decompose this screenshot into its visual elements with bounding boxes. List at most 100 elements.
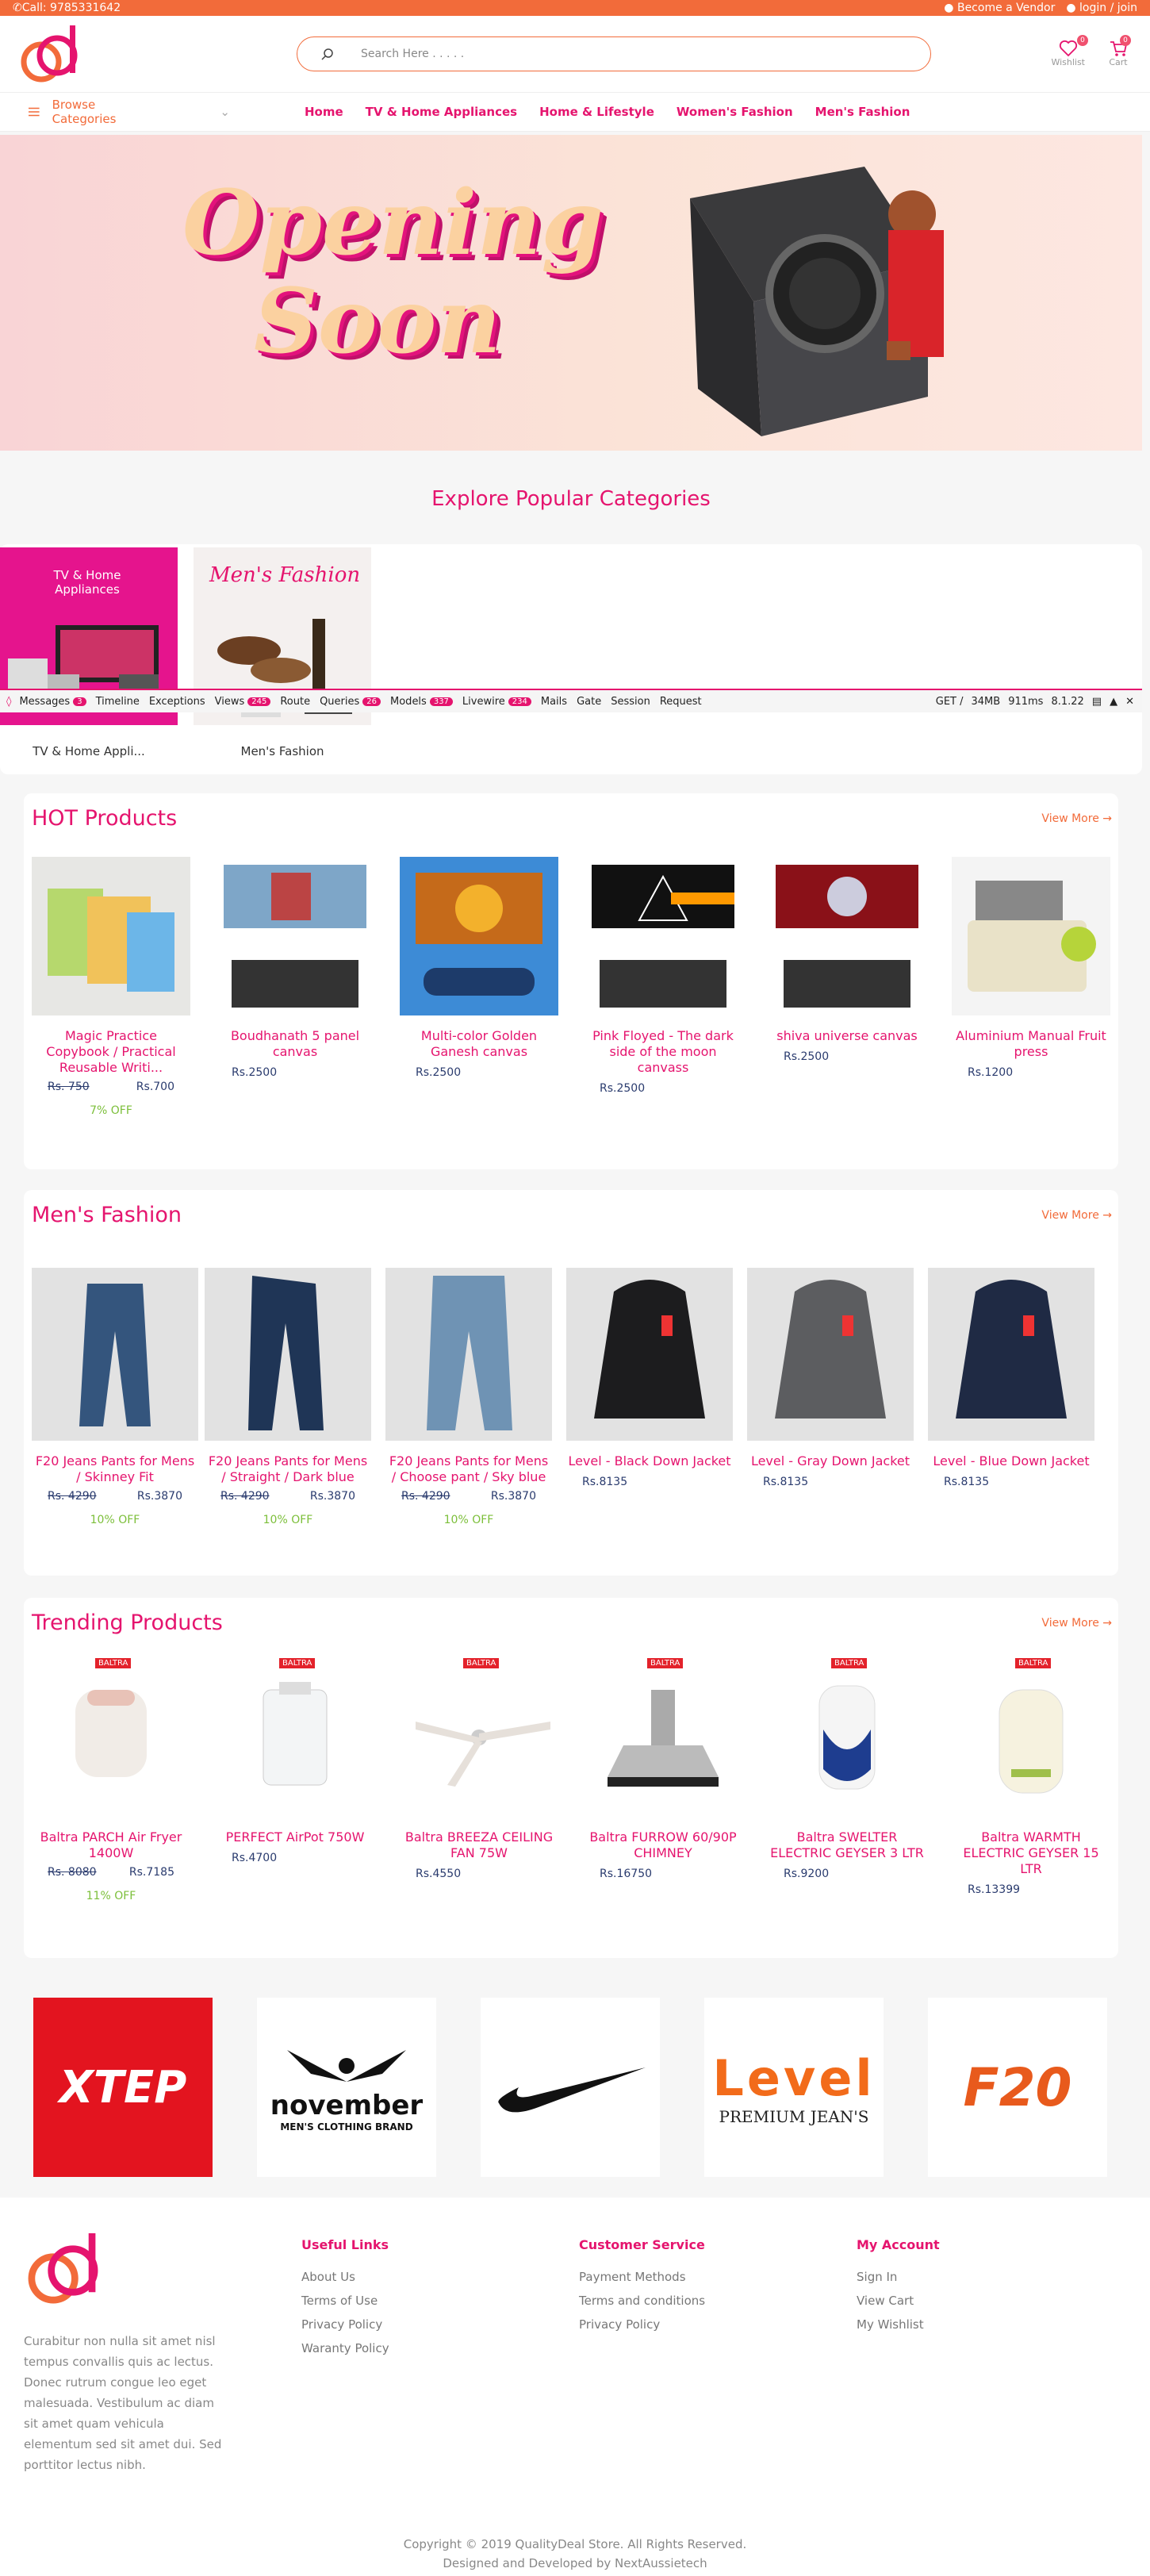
- product-name[interactable]: Pink Floyed - The dark side of the moon …: [584, 1028, 742, 1076]
- footer-link[interactable]: Payment Methods: [579, 2270, 705, 2284]
- debug-tab-messages[interactable]: Messages 3: [19, 696, 86, 708]
- product-image[interactable]: BALTRA: [584, 1658, 742, 1817]
- product-image[interactable]: [216, 857, 374, 1015]
- cart-button[interactable]: 0 Cart: [1109, 35, 1131, 67]
- product-card[interactable]: shiva universe canvas Rs.2500: [768, 857, 926, 1063]
- search-icon[interactable]: [321, 48, 334, 60]
- debug-tab-queries[interactable]: Queries 26: [320, 696, 381, 708]
- view-more-link[interactable]: View More →: [1041, 1209, 1112, 1222]
- product-image[interactable]: BALTRA: [400, 1658, 558, 1817]
- product-image[interactable]: [32, 1268, 198, 1441]
- folder-icon[interactable]: ▤: [1092, 696, 1102, 708]
- product-card[interactable]: F20 Jeans Pants for Mens / Skinney Fit R…: [32, 1268, 198, 1526]
- footer-link[interactable]: About Us: [301, 2270, 389, 2284]
- category-label-tv[interactable]: TV & Home Appli...: [0, 744, 178, 758]
- product-image[interactable]: [584, 857, 742, 1015]
- product-name[interactable]: Level - Black Down Jacket: [566, 1453, 733, 1469]
- wishlist-button[interactable]: 0 Wishlist: [1051, 35, 1088, 67]
- product-card[interactable]: Magic Practice Copybook / Practical Reus…: [32, 857, 190, 1117]
- nav-home[interactable]: Home: [305, 105, 343, 119]
- product-card[interactable]: BALTRA PERFECT AirPot 750W Rs.4700: [216, 1658, 374, 1864]
- product-image[interactable]: [205, 1268, 371, 1441]
- product-card[interactable]: F20 Jeans Pants for Mens / Choose pant /…: [385, 1268, 552, 1526]
- product-card[interactable]: Boudhanath 5 panel canvas Rs.2500: [216, 857, 374, 1079]
- product-card[interactable]: Aluminium Manual Fruit press Rs.1200: [952, 857, 1110, 1079]
- product-name[interactable]: Level - Gray Down Jacket: [747, 1453, 914, 1469]
- product-image[interactable]: [768, 857, 926, 1015]
- product-name[interactable]: Baltra WARMTH ELECTRIC GEYSER 15 LTR: [952, 1829, 1110, 1877]
- footer-logo[interactable]: [24, 2229, 106, 2312]
- product-image[interactable]: [952, 857, 1110, 1015]
- login-link[interactable]: ● login / join: [1066, 2, 1137, 14]
- nav-mens-fashion[interactable]: Men's Fashion: [815, 105, 910, 119]
- product-name[interactable]: F20 Jeans Pants for Mens / Skinney Fit: [32, 1453, 198, 1485]
- product-card[interactable]: F20 Jeans Pants for Mens / Straight / Da…: [205, 1268, 371, 1526]
- debug-tab-session[interactable]: Session: [611, 696, 650, 708]
- product-image[interactable]: BALTRA: [32, 1658, 190, 1817]
- footer-link[interactable]: Privacy Policy: [301, 2317, 389, 2332]
- product-name[interactable]: PERFECT AirPot 750W: [216, 1829, 374, 1845]
- search-input[interactable]: Search Here . . . . .: [361, 48, 464, 60]
- debug-tab-exceptions[interactable]: Exceptions: [149, 696, 205, 708]
- product-card[interactable]: Pink Floyed - The dark side of the moon …: [584, 857, 742, 1095]
- product-image[interactable]: [385, 1268, 552, 1441]
- product-card[interactable]: Level - Black Down Jacket Rs.8135: [566, 1268, 733, 1488]
- close-icon[interactable]: ✕: [1125, 696, 1134, 708]
- product-name[interactable]: Multi-color Golden Ganesh canvas: [400, 1028, 558, 1060]
- product-image[interactable]: BALTRA: [216, 1658, 374, 1817]
- footer-link[interactable]: Privacy Policy: [579, 2317, 705, 2332]
- nav-womens-fashion[interactable]: Women's Fashion: [677, 105, 793, 119]
- footer-link[interactable]: Sign In: [857, 2270, 940, 2284]
- footer-link[interactable]: Terms and conditions: [579, 2294, 705, 2308]
- product-card[interactable]: Level - Gray Down Jacket Rs.8135: [747, 1268, 914, 1488]
- footer-link[interactable]: View Cart: [857, 2294, 940, 2308]
- search-bar[interactable]: Search Here . . . . .: [297, 36, 931, 71]
- debug-tab-views[interactable]: Views 245: [215, 696, 271, 708]
- product-image[interactable]: [566, 1268, 733, 1441]
- product-name[interactable]: F20 Jeans Pants for Mens / Choose pant /…: [385, 1453, 552, 1485]
- view-more-link[interactable]: View More →: [1041, 812, 1112, 825]
- product-name[interactable]: shiva universe canvas: [768, 1028, 926, 1044]
- debug-tab-mails[interactable]: Mails: [541, 696, 567, 708]
- product-card[interactable]: BALTRA Baltra WARMTH ELECTRIC GEYSER 15 …: [952, 1658, 1110, 1896]
- product-name[interactable]: Baltra FURROW 60/90P CHIMNEY: [584, 1829, 742, 1861]
- product-card[interactable]: BALTRA Baltra FURROW 60/90P CHIMNEY Rs.1…: [584, 1658, 742, 1880]
- footer-link[interactable]: Waranty Policy: [301, 2341, 389, 2355]
- product-card[interactable]: Multi-color Golden Ganesh canvas Rs.2500: [400, 857, 558, 1079]
- debugbar-logo-icon[interactable]: ◊: [6, 696, 11, 708]
- product-name[interactable]: Level - Blue Down Jacket: [928, 1453, 1094, 1469]
- product-card[interactable]: BALTRA Baltra PARCH Air Fryer 1400W Rs. …: [32, 1658, 190, 1902]
- product-name[interactable]: Magic Practice Copybook / Practical Reus…: [32, 1028, 190, 1076]
- product-image[interactable]: BALTRA: [768, 1658, 926, 1817]
- product-name[interactable]: Baltra PARCH Air Fryer 1400W: [32, 1829, 190, 1861]
- product-image[interactable]: [928, 1268, 1094, 1441]
- product-image[interactable]: [32, 857, 190, 1015]
- debug-tab-route[interactable]: Route: [280, 696, 310, 708]
- brand-logo-nike[interactable]: [481, 1998, 660, 2177]
- product-image[interactable]: BALTRA: [952, 1658, 1110, 1817]
- product-image[interactable]: [747, 1268, 914, 1441]
- brand-logo-november[interactable]: november MEN'S CLOTHING BRAND: [257, 1998, 436, 2177]
- product-name[interactable]: Baltra BREEZA CEILING FAN 75W: [400, 1829, 558, 1861]
- product-name[interactable]: Aluminium Manual Fruit press: [952, 1028, 1110, 1060]
- footer-link[interactable]: My Wishlist: [857, 2317, 940, 2332]
- debug-tab-gate[interactable]: Gate: [577, 696, 601, 708]
- site-logo[interactable]: [17, 22, 84, 89]
- hero-banner[interactable]: Opening Soon: [0, 135, 1142, 451]
- product-card[interactable]: BALTRA Baltra BREEZA CEILING FAN 75W Rs.…: [400, 1658, 558, 1880]
- debug-tab-models[interactable]: Models 337: [390, 696, 453, 708]
- chevron-up-icon[interactable]: ▲: [1110, 696, 1117, 708]
- brand-logo-level[interactable]: Level PREMIUM JEAN'S: [704, 1998, 884, 2177]
- brand-logo-f20[interactable]: F20: [928, 1998, 1107, 2177]
- product-image[interactable]: [400, 857, 558, 1015]
- product-name[interactable]: F20 Jeans Pants for Mens / Straight / Da…: [205, 1453, 371, 1485]
- debug-tab-request[interactable]: Request: [660, 696, 702, 708]
- category-label-mens[interactable]: Men's Fashion: [194, 744, 371, 758]
- product-name[interactable]: Baltra SWELTER ELECTRIC GEYSER 3 LTR: [768, 1829, 926, 1861]
- product-card[interactable]: BALTRA Baltra SWELTER ELECTRIC GEYSER 3 …: [768, 1658, 926, 1880]
- brand-logo-xtep[interactable]: XTEP: [33, 1998, 213, 2177]
- product-card[interactable]: Level - Blue Down Jacket Rs.8135: [928, 1268, 1094, 1488]
- product-name[interactable]: Boudhanath 5 panel canvas: [216, 1028, 374, 1060]
- footer-link[interactable]: Terms of Use: [301, 2294, 389, 2308]
- debug-tab-timeline[interactable]: Timeline: [96, 696, 140, 708]
